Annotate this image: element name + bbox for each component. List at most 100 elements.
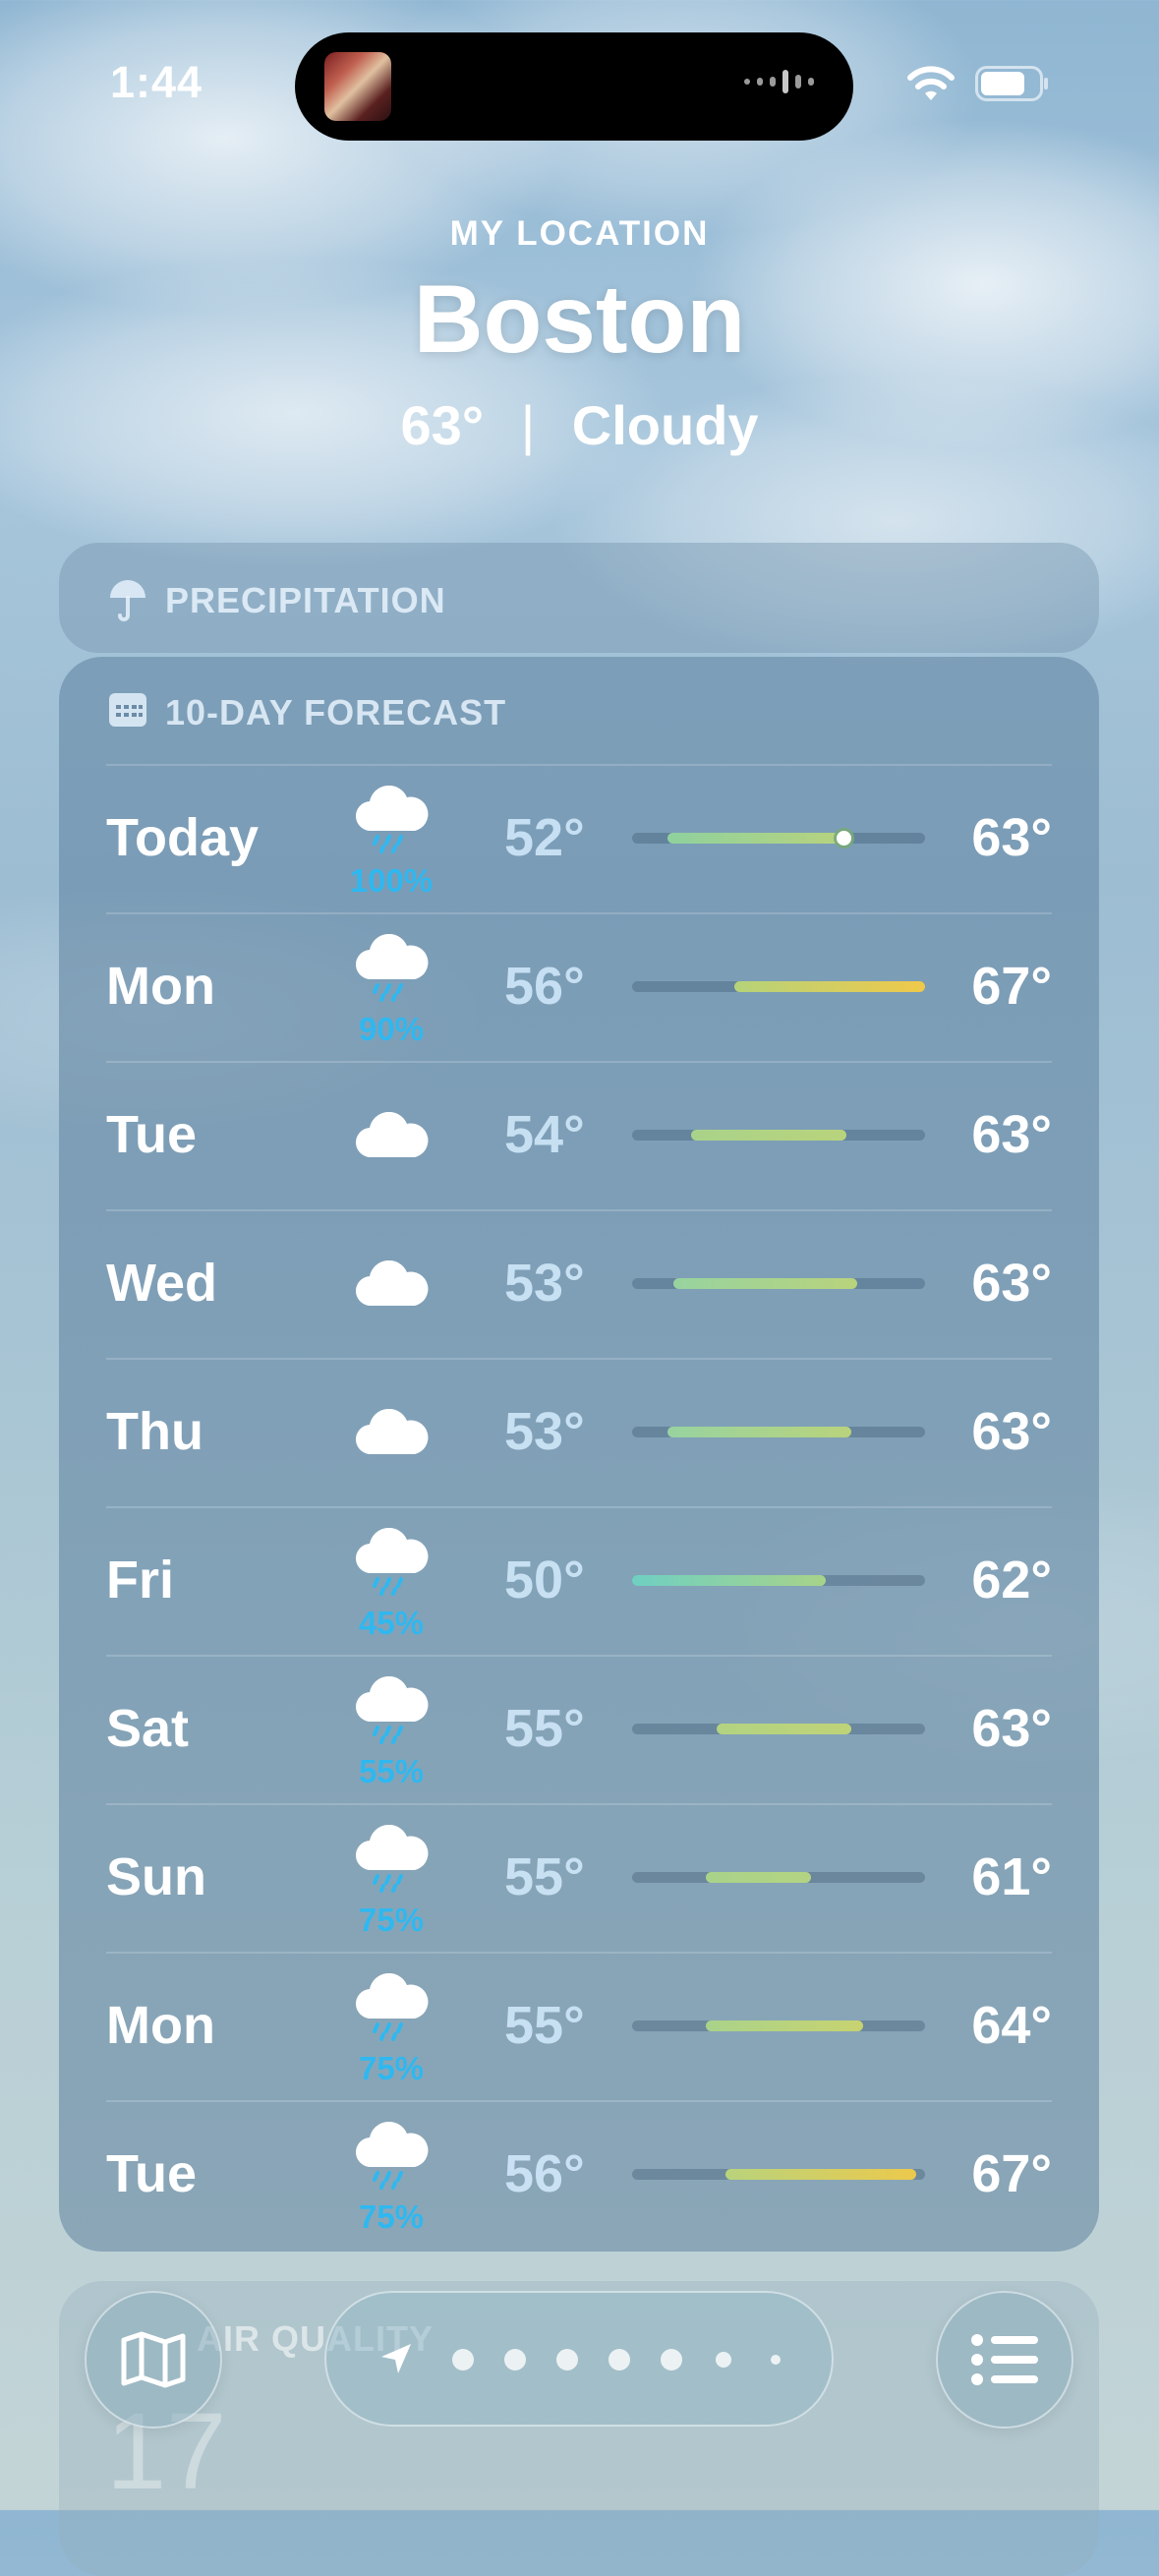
cloud-rain-icon bbox=[354, 785, 429, 859]
current-summary: 63° | Cloudy bbox=[0, 393, 1159, 457]
cloud-rain-icon bbox=[354, 933, 429, 1008]
cloud-icon bbox=[354, 1259, 429, 1313]
temp-range-fill bbox=[705, 2020, 864, 2031]
temp-range-fill bbox=[666, 833, 852, 844]
forecast-day: Fri bbox=[106, 1551, 175, 1610]
weather-icon-group: 55% bbox=[327, 1655, 455, 1802]
forecast-low: 55° bbox=[504, 1699, 585, 1758]
page-dot[interactable] bbox=[452, 2349, 474, 2371]
umbrella-icon bbox=[110, 580, 145, 621]
forecast-row[interactable]: Tue 54° 63° bbox=[106, 1061, 1052, 1208]
forecast-row[interactable]: Fri 45% 50° 62° bbox=[106, 1506, 1052, 1654]
weather-icon-group: 75% bbox=[327, 2100, 455, 2248]
forecast-high: 67° bbox=[971, 2144, 1052, 2203]
location-pager[interactable] bbox=[324, 2291, 834, 2427]
page-dot[interactable] bbox=[771, 2355, 781, 2365]
temp-range-bar bbox=[632, 1872, 925, 1883]
temp-range-bar bbox=[632, 1130, 925, 1141]
weather-icon-group bbox=[327, 1209, 455, 1357]
page-dot[interactable] bbox=[716, 2352, 731, 2368]
forecast-high: 64° bbox=[971, 1996, 1052, 2055]
forecast-day: Tue bbox=[106, 1105, 197, 1164]
forecast-low: 53° bbox=[504, 1254, 585, 1313]
forecast-high: 63° bbox=[971, 1105, 1052, 1164]
cloud-rain-icon bbox=[354, 1972, 429, 2047]
precip-chance: 90% bbox=[358, 1011, 425, 1047]
forecast-row[interactable]: Mon 75% 55° 64° bbox=[106, 1952, 1052, 2099]
temp-range-fill bbox=[725, 2169, 917, 2180]
forecast-day: Today bbox=[106, 808, 260, 867]
temp-range-bar bbox=[632, 1278, 925, 1289]
map-icon bbox=[121, 2331, 186, 2388]
forecast-row[interactable]: Sun 75% 55° 61° bbox=[106, 1803, 1052, 1951]
weather-icon-group: 75% bbox=[327, 1952, 455, 2099]
precipitation-title: PRECIPITATION bbox=[165, 580, 446, 620]
forecast-high: 63° bbox=[971, 1402, 1052, 1461]
forecast-low: 55° bbox=[504, 1996, 585, 2055]
precip-chance: 75% bbox=[358, 2198, 425, 2235]
forecast-day: Wed bbox=[106, 1254, 218, 1313]
forecast-row[interactable]: Tue 75% 56° 67° bbox=[106, 2100, 1052, 2248]
forecast-row[interactable]: Wed 53° 63° bbox=[106, 1209, 1052, 1357]
dynamic-island[interactable] bbox=[295, 32, 853, 141]
cloud-rain-icon bbox=[354, 1824, 429, 1899]
temp-range-fill bbox=[734, 981, 925, 992]
forecast-row[interactable]: Sat 55% 55° 63° bbox=[106, 1655, 1052, 1802]
current-condition: Cloudy bbox=[571, 394, 759, 456]
precip-chance: 45% bbox=[358, 1605, 425, 1641]
temp-range-fill bbox=[672, 1278, 858, 1289]
forecast-low: 55° bbox=[504, 1847, 585, 1906]
list-button[interactable] bbox=[936, 2291, 1073, 2429]
page-dot[interactable] bbox=[661, 2349, 682, 2371]
weather-icon-group: 90% bbox=[327, 912, 455, 1060]
forecast-high: 63° bbox=[971, 1699, 1052, 1758]
temp-range-fill bbox=[705, 1872, 811, 1883]
page-dot[interactable] bbox=[504, 2349, 526, 2371]
precip-chance: 75% bbox=[358, 2050, 425, 2086]
calendar-icon bbox=[109, 693, 146, 727]
current-temperature: 63° bbox=[400, 394, 485, 456]
cloud-rain-icon bbox=[354, 1527, 429, 1602]
weather-icon-group bbox=[327, 1061, 455, 1208]
temp-range-bar bbox=[632, 1724, 925, 1734]
temp-range-bar bbox=[632, 1575, 925, 1586]
city-name: Boston bbox=[413, 264, 746, 373]
forecast-day: Sun bbox=[106, 1847, 206, 1906]
forecast-card[interactable]: 10-DAY FORECAST Today 100% 52° 63° Mon 90% 56°… bbox=[59, 657, 1099, 2252]
forecast-row[interactable]: Mon 90% 56° 67° bbox=[106, 912, 1052, 1060]
forecast-row[interactable]: Today 100% 52° 63° bbox=[106, 764, 1052, 911]
forecast-low: 52° bbox=[504, 808, 585, 867]
forecast-high: 62° bbox=[971, 1551, 1052, 1610]
precipitation-card[interactable]: PRECIPITATION bbox=[59, 543, 1099, 653]
temp-range-fill bbox=[632, 1575, 826, 1586]
wifi-icon bbox=[907, 66, 955, 100]
forecast-high: 63° bbox=[971, 808, 1052, 867]
forecast-day: Mon bbox=[106, 957, 215, 1016]
summary-separator: | bbox=[520, 394, 536, 456]
forecast-low: 50° bbox=[504, 1551, 585, 1610]
forecast-low: 54° bbox=[504, 1105, 585, 1164]
forecast-high: 67° bbox=[971, 957, 1052, 1016]
forecast-high: 63° bbox=[971, 1254, 1052, 1313]
location-arrow-icon[interactable] bbox=[379, 2342, 413, 2375]
forecast-title: 10-DAY FORECAST bbox=[165, 692, 507, 732]
page-dot[interactable] bbox=[608, 2349, 630, 2371]
temp-range-fill bbox=[666, 1427, 852, 1437]
temp-range-bar bbox=[632, 2169, 925, 2180]
cloud-rain-icon bbox=[354, 2121, 429, 2195]
precip-chance: 100% bbox=[349, 862, 434, 899]
now-playing-art[interactable] bbox=[324, 52, 391, 121]
cloud-icon bbox=[354, 1408, 429, 1461]
forecast-day: Mon bbox=[106, 1996, 215, 2055]
battery-icon bbox=[975, 66, 1048, 101]
weather-icon-group: 100% bbox=[327, 764, 455, 911]
status-time: 1:44 bbox=[110, 57, 203, 107]
forecast-day: Tue bbox=[106, 2144, 197, 2203]
list-icon bbox=[971, 2334, 1038, 2385]
temp-range-fill bbox=[717, 1724, 852, 1734]
temp-range-bar bbox=[632, 1427, 925, 1437]
page-dot[interactable] bbox=[556, 2349, 578, 2371]
temp-range-bar bbox=[632, 831, 925, 846]
forecast-row[interactable]: Thu 53° 63° bbox=[106, 1358, 1052, 1505]
map-button[interactable] bbox=[85, 2291, 222, 2429]
